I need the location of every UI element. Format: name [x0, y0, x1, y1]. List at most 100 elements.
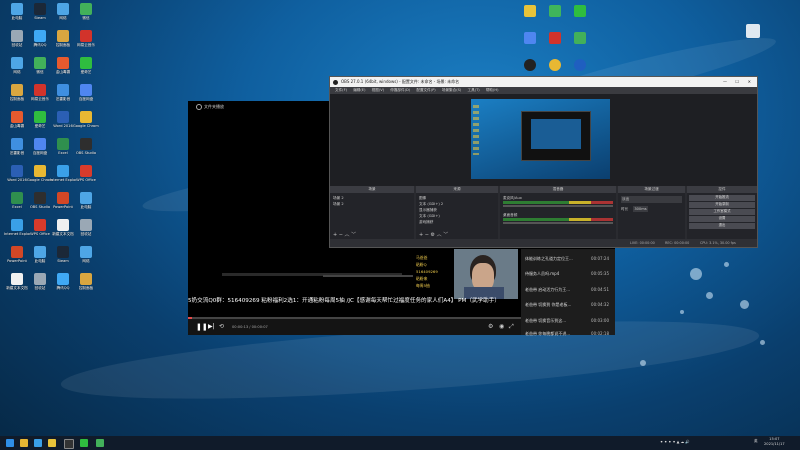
obs-titlebar[interactable]: OBS 27.0.1 (64bit, windows) - 配置文件: 未命名 …	[330, 77, 757, 87]
volume-slider[interactable]	[503, 205, 613, 207]
audio-meter	[503, 201, 613, 204]
menu-tools[interactable]: 工具(T)	[468, 88, 480, 92]
source-item[interactable]: 图像	[419, 196, 495, 201]
folder-icon	[196, 104, 202, 110]
overlay-text: 马爸爸 粘粉Q 516409269 粘粉来 每周5抽	[416, 255, 438, 288]
next-icon[interactable]: ▶|	[208, 323, 215, 330]
browser-icon[interactable]	[34, 439, 42, 447]
desktop-icon[interactable]	[517, 32, 543, 44]
app-icon	[34, 273, 46, 285]
desktop-icon[interactable]	[740, 24, 766, 38]
audio-meter	[503, 218, 613, 221]
desktop-icon[interactable]	[517, 5, 543, 17]
source-item[interactable]: 游戏捕获	[419, 220, 495, 225]
desktop-icon[interactable]: OBS Studio	[73, 138, 99, 155]
obs-window[interactable]: OBS 27.0.1 (64bit, windows) - 配置文件: 未命名 …	[329, 76, 758, 248]
volume-icon[interactable]: ◉	[499, 323, 504, 330]
obs-preview[interactable]	[330, 94, 757, 186]
fullscreen-icon[interactable]: ⤢	[509, 323, 514, 331]
app-icon	[80, 273, 92, 285]
add-scene-icon[interactable]: + − ︿ ﹀	[333, 231, 356, 238]
ime-indicator[interactable]: 英	[754, 439, 758, 444]
desktop-icon-label: 网络	[82, 259, 90, 263]
wechat-task-icon[interactable]	[96, 439, 104, 447]
app-icon[interactable]	[48, 439, 56, 447]
app-icon[interactable]	[80, 439, 88, 447]
obs-desktop-icon[interactable]	[517, 59, 543, 71]
menu-view[interactable]: 视图(V)	[372, 88, 384, 92]
source-item[interactable]: 文本 (GDI+) 2	[419, 202, 495, 207]
menu-file[interactable]: 文件(F)	[335, 88, 347, 92]
file-explorer-icon[interactable]	[20, 439, 28, 447]
desktop-icon[interactable]	[567, 5, 593, 17]
desktop-icon[interactable]: 网络	[73, 246, 99, 263]
chrome-desktop-icon[interactable]	[542, 59, 568, 71]
desktop-icon[interactable]: 此电脑	[73, 192, 99, 209]
minimize-button[interactable]: —	[723, 77, 727, 87]
settings-icon[interactable]: ⚙	[488, 323, 493, 330]
duration-label: 时长	[621, 207, 629, 211]
scene-item[interactable]: 场景 2	[333, 196, 411, 201]
desktop-icon[interactable]	[567, 59, 593, 71]
volume-slider[interactable]	[503, 222, 613, 224]
desktop-icon-label: Google Chrome	[73, 124, 99, 128]
desktop-icon[interactable]	[542, 5, 568, 17]
desktop-icon[interactable]: WPS Office	[73, 165, 99, 182]
playlist-item[interactable]: 老爸带 你每晚都说不讲... 00:02:18	[525, 331, 613, 337]
desktop-icon[interactable]	[542, 32, 568, 44]
loop-icon[interactable]: ⟲	[219, 323, 224, 330]
settings-button[interactable]: 设置	[689, 216, 755, 222]
app-icon	[34, 165, 46, 177]
desktop-icon[interactable]: 微信	[73, 3, 99, 20]
menu-help[interactable]: 帮助(H)	[486, 88, 499, 92]
rec-time: REC: 00:00:00	[665, 241, 690, 245]
start-recording-button[interactable]: 开始录制	[689, 202, 755, 208]
app-icon	[57, 3, 69, 15]
source-item[interactable]: 显示器捕获	[419, 208, 495, 213]
desktop-icon[interactable]: 网易云音乐	[73, 30, 99, 47]
add-source-icon[interactable]: + − ⚙ ︿ ﹀	[419, 231, 448, 238]
playlist-item[interactable]: 老爸带 切换到 你是老板... 00:04:32	[525, 302, 613, 308]
menu-profile[interactable]: 配置文件(P)	[416, 88, 435, 92]
app-icon	[34, 111, 46, 123]
start-streaming-button[interactable]: 开始推流	[689, 195, 755, 201]
tray-icons[interactable]: ⚫ ⚫ ⚫ ⚫ ▲ ☁ 🔊	[660, 440, 690, 444]
clock[interactable]: 15:07 2021/11/17	[764, 437, 785, 447]
menu-scene-collection[interactable]: 场景集合(S)	[442, 88, 461, 92]
start-icon[interactable]	[6, 439, 14, 447]
streamer-camera-thumbnail	[454, 249, 518, 299]
close-button[interactable]: ✕	[748, 77, 751, 87]
maximize-button[interactable]: ☐	[735, 77, 739, 87]
app-icon	[80, 219, 92, 231]
source-item[interactable]: 文本 (GDI+)	[419, 214, 495, 219]
desktop-icon[interactable]: 控制面板	[73, 273, 99, 290]
desktop-icon[interactable]	[567, 32, 593, 44]
app-icon	[11, 30, 23, 42]
desktop-icon[interactable]: 爱奇艺	[73, 57, 99, 74]
playlist-item[interactable]: 老爸带 启动活力行为王... 00:04:51	[525, 287, 613, 293]
app-icon	[57, 111, 69, 123]
pause-icon[interactable]: ❚❚	[196, 323, 208, 331]
playlist-item[interactable]: 老爸带 切换音乐到这... 00:03:00	[525, 318, 613, 324]
studio-mode-button[interactable]: 工作室模式	[689, 209, 755, 215]
transition-select[interactable]: 淡出	[621, 196, 682, 203]
desktop-icon[interactable]: Google Chrome	[73, 111, 99, 128]
exit-button[interactable]: 退出	[689, 223, 755, 229]
obs-task-icon[interactable]	[64, 439, 74, 449]
menu-edit[interactable]: 编辑(E)	[353, 88, 365, 92]
live-time: LIVE: 00:00:00	[630, 241, 655, 245]
desktop-icon[interactable]: 百度网盘	[73, 84, 99, 101]
playlist-item[interactable]: 侍服务人员吗.mp4 00:05:35	[525, 271, 613, 277]
duration-input[interactable]: 300ms	[633, 206, 648, 212]
transitions-dock: 淡出 时长 300ms	[618, 193, 685, 239]
subtitle-bar	[323, 275, 413, 277]
seek-progress	[188, 317, 192, 319]
playlist-item[interactable]: 体能训练之孔道力定位王... 00:07:24	[525, 256, 613, 262]
playlist-panel[interactable]: 体能训练之孔道力定位王... 00:07:24 侍服务人员吗.mp4 00:05:3…	[521, 249, 615, 337]
app-icon	[80, 165, 92, 177]
seek-bar[interactable]	[188, 317, 521, 319]
desktop-icon-label: 微信	[82, 16, 90, 20]
scene-item[interactable]: 场景 2	[333, 202, 411, 207]
menu-docks[interactable]: 停靠部件(D)	[390, 88, 410, 92]
desktop-icon[interactable]: 回收站	[73, 219, 99, 236]
